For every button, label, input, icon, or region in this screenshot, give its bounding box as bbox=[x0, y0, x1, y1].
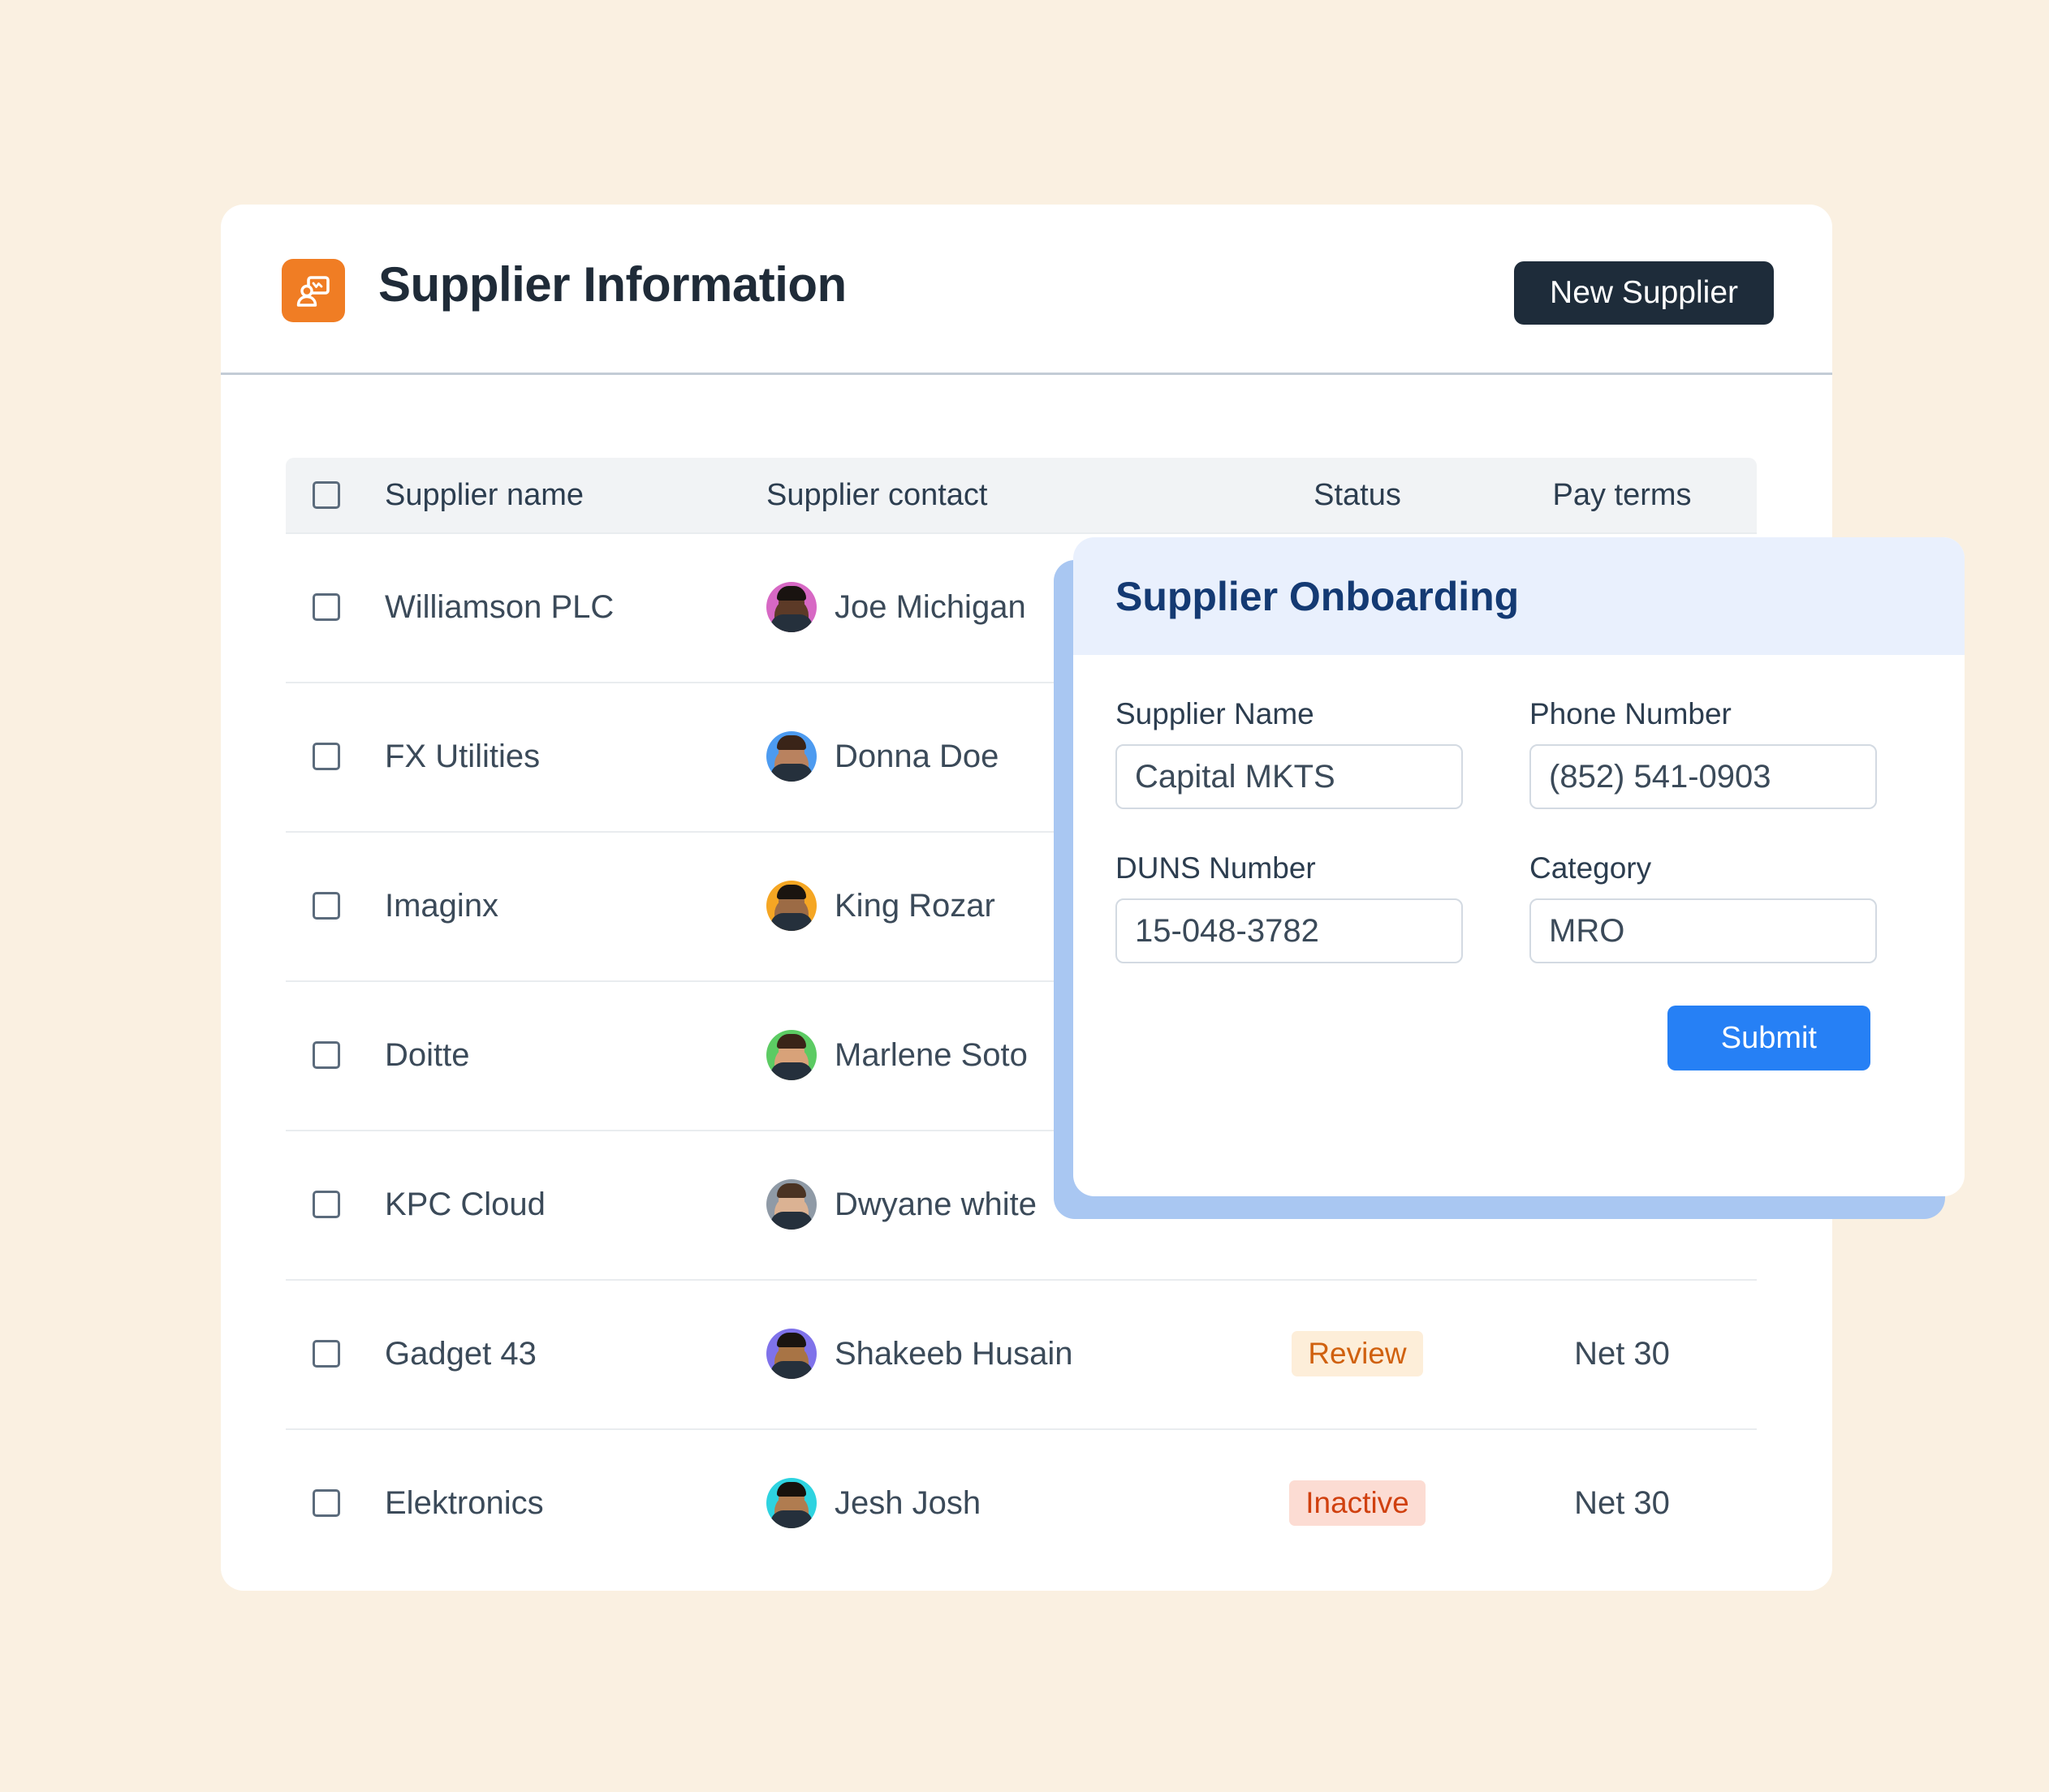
category-input[interactable] bbox=[1529, 898, 1877, 963]
status-badge: Review bbox=[1292, 1330, 1423, 1377]
status-badge: Inactive bbox=[1289, 1480, 1426, 1527]
column-header-supplier-contact: Supplier contact bbox=[766, 477, 988, 512]
duns-number-field-group: DUNS Number bbox=[1115, 851, 1463, 963]
modal-body: Supplier Name Phone Number DUNS Number C… bbox=[1073, 655, 1965, 1070]
supplier-name-input[interactable] bbox=[1115, 744, 1463, 809]
avatar bbox=[766, 1329, 817, 1379]
table-row[interactable]: Gadget 43 Shakeeb Husain Review Net 30 bbox=[286, 1279, 1757, 1428]
category-field-group: Category bbox=[1529, 851, 1877, 963]
supplier-presentation-icon bbox=[282, 259, 345, 322]
supplier-name: Imaginx bbox=[385, 887, 499, 924]
supplier-name-label: Supplier Name bbox=[1115, 697, 1314, 730]
avatar bbox=[766, 582, 817, 632]
row-checkbox[interactable] bbox=[313, 1041, 340, 1069]
contact-name: Donna Doe bbox=[835, 738, 999, 774]
table-header-row: Supplier name Supplier contact Status Pa… bbox=[286, 458, 1757, 532]
select-all-cell bbox=[286, 481, 367, 509]
new-supplier-button[interactable]: New Supplier bbox=[1514, 261, 1774, 325]
supplier-name: FX Utilities bbox=[385, 738, 541, 774]
avatar bbox=[766, 1030, 817, 1080]
pay-terms: Net 30 bbox=[1574, 1335, 1670, 1372]
supplier-name-field-group: Supplier Name bbox=[1115, 697, 1463, 809]
column-header-status: Status bbox=[1314, 477, 1401, 512]
row-checkbox[interactable] bbox=[313, 892, 340, 920]
phone-number-input[interactable] bbox=[1529, 744, 1877, 809]
modal-header: Supplier Onboarding bbox=[1073, 537, 1965, 655]
row-checkbox[interactable] bbox=[313, 743, 340, 770]
form-row-1: Supplier Name Phone Number bbox=[1115, 697, 1917, 809]
row-checkbox[interactable] bbox=[313, 1191, 340, 1218]
page-title: Supplier Information bbox=[378, 257, 847, 312]
avatar bbox=[766, 1179, 817, 1230]
supplier-onboarding-modal: Supplier Onboarding Supplier Name Phone … bbox=[1073, 537, 1965, 1196]
avatar bbox=[766, 1478, 817, 1528]
table-row[interactable]: Elektronics Jesh Josh Inactive Net 30 bbox=[286, 1428, 1757, 1578]
supplier-name: Williamson PLC bbox=[385, 588, 615, 625]
contact-name: King Rozar bbox=[835, 887, 995, 924]
contact-name: Jesh Josh bbox=[835, 1484, 981, 1521]
contact-name: Joe Michigan bbox=[835, 588, 1026, 625]
row-checkbox[interactable] bbox=[313, 1340, 340, 1368]
submit-button[interactable]: Submit bbox=[1667, 1006, 1870, 1070]
column-header-pay-terms: Pay terms bbox=[1552, 477, 1692, 512]
contact-name: Shakeeb Husain bbox=[835, 1335, 1073, 1372]
column-header-supplier-name: Supplier name bbox=[385, 477, 585, 512]
contact-name: Marlene Soto bbox=[835, 1036, 1028, 1073]
row-checkbox[interactable] bbox=[313, 1489, 340, 1517]
supplier-name: Doitte bbox=[385, 1036, 470, 1073]
card-header: Supplier Information New Supplier bbox=[221, 205, 1832, 373]
row-checkbox[interactable] bbox=[313, 593, 340, 621]
duns-number-label: DUNS Number bbox=[1115, 851, 1316, 885]
modal-footer: Submit bbox=[1115, 963, 1917, 1070]
select-all-checkbox[interactable] bbox=[313, 481, 340, 509]
supplier-name: Elektronics bbox=[385, 1484, 544, 1521]
phone-number-label: Phone Number bbox=[1529, 697, 1732, 730]
header-divider bbox=[221, 373, 1832, 375]
phone-number-field-group: Phone Number bbox=[1529, 697, 1877, 809]
pay-terms: Net 30 bbox=[1574, 1484, 1670, 1521]
modal-title: Supplier Onboarding bbox=[1115, 573, 1520, 619]
category-label: Category bbox=[1529, 851, 1652, 885]
avatar bbox=[766, 731, 817, 782]
contact-name: Dwyane white bbox=[835, 1186, 1037, 1222]
duns-number-input[interactable] bbox=[1115, 898, 1463, 963]
supplier-name: KPC Cloud bbox=[385, 1186, 546, 1222]
form-row-2: DUNS Number Category bbox=[1115, 851, 1917, 963]
avatar bbox=[766, 881, 817, 931]
supplier-name: Gadget 43 bbox=[385, 1335, 537, 1372]
page-background: Supplier Information New Supplier Suppli… bbox=[0, 0, 2049, 1792]
